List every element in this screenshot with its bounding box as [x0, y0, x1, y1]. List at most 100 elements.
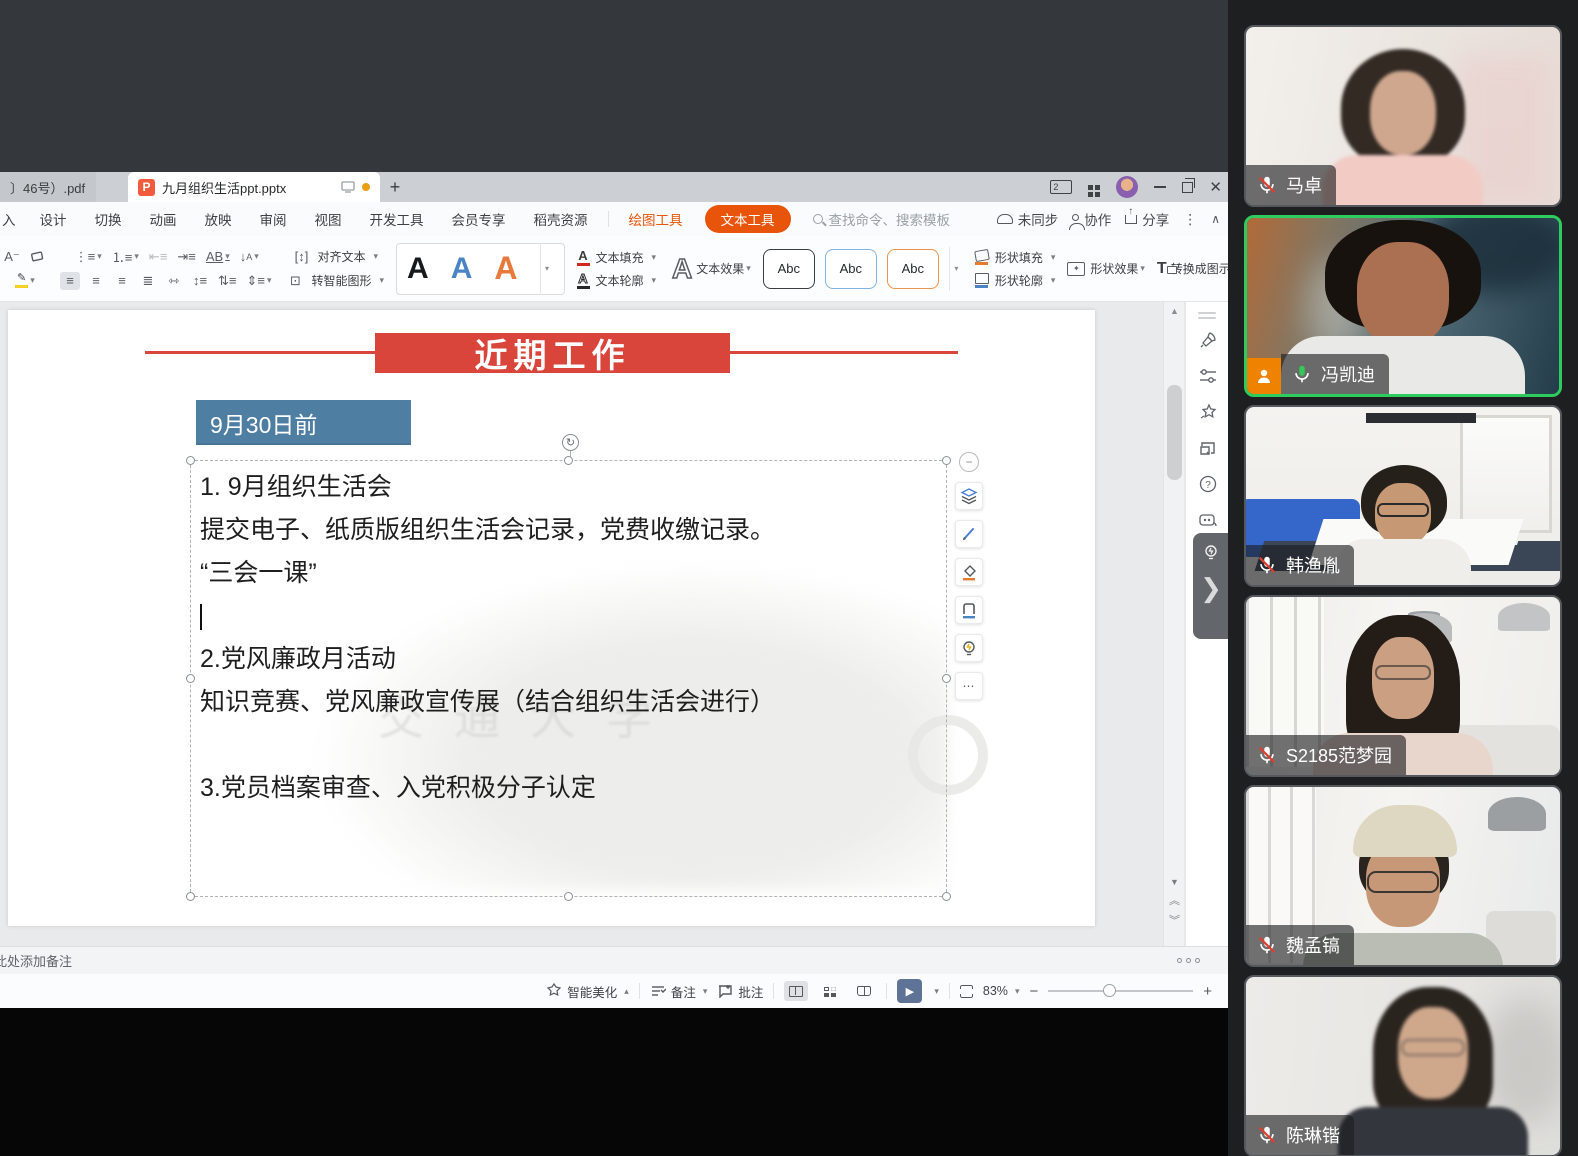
- highlight-color-button[interactable]: ✎▾: [13, 272, 37, 290]
- fill-color-button[interactable]: [955, 558, 983, 586]
- slide-sorter-view-button[interactable]: [818, 981, 842, 1001]
- collapsed-smart-panel[interactable]: ❯: [1193, 533, 1228, 639]
- text-preset-blue[interactable]: A: [451, 252, 473, 286]
- reading-view-button[interactable]: [852, 981, 876, 1001]
- window-arrange-icon[interactable]: 2: [1050, 180, 1072, 194]
- shape-outline-button[interactable]: 形状轮廓▾: [975, 272, 1056, 289]
- slideshow-play-button[interactable]: ▶: [897, 979, 922, 1003]
- user-avatar[interactable]: [1116, 176, 1138, 198]
- resize-handle[interactable]: [186, 892, 195, 901]
- present-window-icon[interactable]: [1186, 430, 1228, 466]
- format-brush-button[interactable]: [955, 520, 983, 548]
- collaborate-button[interactable]: 协作: [1072, 209, 1111, 229]
- gallery-more-button[interactable]: ▾: [540, 243, 554, 295]
- help-icon[interactable]: ?: [1186, 466, 1228, 502]
- zoom-slider[interactable]: [1048, 984, 1193, 998]
- justify-button[interactable]: ≣: [138, 272, 158, 290]
- menu-item[interactable]: 会员专享: [438, 209, 520, 229]
- eraser-icon[interactable]: [28, 248, 48, 266]
- vertical-scrollbar[interactable]: ▲ ▼ ︽ ︾: [1163, 302, 1184, 946]
- rail-drag-handle[interactable]: [1198, 312, 1216, 319]
- tab-pdf-document[interactable]: 〕46号）.pdf: [0, 172, 96, 202]
- participant-video-tile[interactable]: 马卓: [1244, 25, 1562, 207]
- collapse-ribbon-icon[interactable]: ∧: [1211, 212, 1220, 226]
- effects-star-icon[interactable]: [1186, 394, 1228, 430]
- tab-presentation[interactable]: P 九月组织生活ppt.pptx: [128, 172, 380, 202]
- slide-body-blank-line[interactable]: [200, 595, 940, 638]
- participant-video-tile[interactable]: 冯凯迪: [1244, 215, 1562, 397]
- more-menu-icon[interactable]: ⋮: [1183, 211, 1197, 228]
- slide-title[interactable]: 近期工作: [375, 333, 730, 373]
- zoom-level[interactable]: 83%▾: [983, 984, 1020, 998]
- sort-text-button[interactable]: ↓A▾: [238, 248, 261, 266]
- line-spacing-down-icon[interactable]: ⇅≡: [216, 272, 238, 290]
- notes-more-button[interactable]: [1177, 958, 1200, 963]
- sync-status[interactable]: 未同步: [997, 209, 1059, 229]
- resize-handle[interactable]: [564, 892, 573, 901]
- text-preset-orange[interactable]: A: [494, 250, 517, 287]
- normal-view-button[interactable]: [784, 981, 808, 1001]
- shape-style-blue[interactable]: Abc: [825, 249, 877, 289]
- comments-button[interactable]: 批注: [717, 982, 763, 1001]
- rocket-icon[interactable]: [1186, 322, 1228, 358]
- shape-gallery-more[interactable]: ▾: [949, 247, 963, 291]
- align-text-button[interactable]: [↕]对齐文本▾: [292, 248, 379, 266]
- shape-style-orange[interactable]: Abc: [887, 249, 939, 289]
- play-options-arrow[interactable]: ▾: [934, 986, 939, 997]
- restore-button[interactable]: [1182, 182, 1193, 193]
- numbered-list-button[interactable]: ⒈≡▾: [110, 248, 141, 266]
- smart-suggest-button[interactable]: [955, 634, 983, 662]
- scroll-up-arrow[interactable]: ▲: [1164, 306, 1185, 316]
- slide-body-line[interactable]: 知识竞赛、党风廉政宣传展（结合组织生活会进行）: [200, 681, 940, 724]
- slide-body-blank-line[interactable]: [200, 724, 940, 767]
- to-smart-graphic-button[interactable]: ⊡转智能图形▾: [286, 272, 385, 290]
- shape-effect-button[interactable]: 形状效果: [1090, 260, 1138, 277]
- new-tab-button[interactable]: +: [380, 172, 410, 202]
- participant-video-tile[interactable]: 韩渔胤: [1244, 405, 1562, 587]
- bullet-list-button[interactable]: ⋮≡▾: [73, 248, 104, 266]
- zoom-in-button[interactable]: +: [1203, 983, 1212, 1000]
- settings-sliders-icon[interactable]: [1186, 358, 1228, 394]
- menu-draw-tools[interactable]: 绘图工具: [615, 209, 697, 229]
- shape-style-black[interactable]: Abc: [763, 249, 815, 289]
- menu-item[interactable]: 审阅: [246, 209, 301, 229]
- line-spacing-up-icon[interactable]: ↕≡: [190, 272, 210, 290]
- slide-body-line[interactable]: 3.党员档案审查、入党积极分子认定: [200, 767, 940, 810]
- participant-video-tile[interactable]: 魏孟镐: [1244, 785, 1562, 967]
- resize-handle[interactable]: [942, 892, 951, 901]
- slide-body-text[interactable]: 1. 9月组织生活会提交电子、纸质版组织生活会记录，党费收缴记录。“三会一课”2…: [200, 466, 940, 810]
- align-right-button[interactable]: ≡: [112, 272, 132, 290]
- menu-item[interactable]: 稻壳资源: [520, 209, 602, 229]
- menu-item[interactable]: 视图: [301, 209, 356, 229]
- more-tools-button[interactable]: ⋯: [955, 672, 983, 700]
- menu-item[interactable]: 放映: [191, 209, 246, 229]
- slide-body-line[interactable]: 2.党风廉政月活动: [200, 638, 940, 681]
- app-grid-icon[interactable]: [1088, 185, 1093, 190]
- menu-item[interactable]: 切换: [81, 209, 136, 229]
- resize-handle[interactable]: [186, 456, 195, 465]
- decrease-indent-button[interactable]: ⇤≡: [147, 248, 169, 266]
- participant-video-tile[interactable]: 陈琳锴: [1244, 975, 1562, 1156]
- rotate-handle[interactable]: ↻: [562, 434, 579, 451]
- previous-slide-button[interactable]: ︽: [1164, 892, 1185, 908]
- notes-bar[interactable]: 此处添加备注: [0, 946, 1228, 974]
- resize-handle[interactable]: [942, 456, 951, 465]
- char-direction-button[interactable]: AB▾: [204, 248, 232, 266]
- shape-fill-button[interactable]: 形状填充▾: [975, 249, 1056, 266]
- fit-slide-button[interactable]: [960, 985, 973, 998]
- layer-order-button[interactable]: [955, 482, 983, 510]
- zoom-out-button[interactable]: −: [1029, 983, 1038, 1000]
- scrollbar-thumb[interactable]: [1167, 385, 1182, 480]
- slide-canvas[interactable]: 交通大学 近期工作 9月30日前 ↻ 1. 9月组织生活会提交电子、纸质版组织生…: [8, 310, 1095, 926]
- resize-handle[interactable]: [564, 456, 573, 465]
- slide-body-line[interactable]: “三会一课”: [200, 552, 940, 595]
- command-search[interactable]: 查找命令、搜索模板: [813, 209, 951, 229]
- align-center-button[interactable]: ≡: [86, 272, 106, 290]
- increase-indent-button[interactable]: ⇥≡: [175, 248, 197, 266]
- text-preset-black[interactable]: A: [407, 252, 429, 286]
- participant-video-tile[interactable]: S2185范梦园: [1244, 595, 1562, 777]
- shrink-font-button[interactable]: A⁻: [2, 248, 22, 266]
- distribute-button[interactable]: ⇿: [164, 272, 184, 290]
- menu-text-tools-active[interactable]: 文本工具: [705, 205, 791, 233]
- menu-item[interactable]: 设计: [26, 209, 81, 229]
